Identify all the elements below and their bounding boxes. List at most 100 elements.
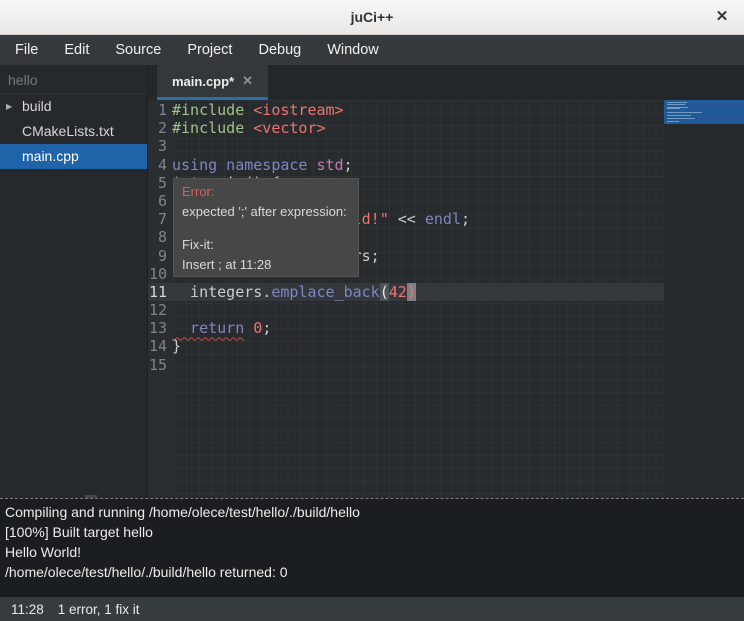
code-text: } [172, 337, 664, 355]
code-line[interactable]: 3 [148, 137, 664, 155]
window-close-icon[interactable]: ✕ [713, 8, 731, 26]
code-token: #include [172, 101, 253, 119]
code-token: ( [380, 283, 389, 301]
tab-main-cpp[interactable]: main.cpp* ✕ [157, 65, 268, 100]
sidebar-item-main-cpp[interactable]: main.cpp [0, 144, 147, 169]
code-text [172, 137, 664, 155]
window-title: juCi++ [351, 9, 394, 25]
code-token: return [172, 319, 244, 337]
code-token: using namespace [172, 156, 307, 174]
source-editor[interactable]: 1#include <iostream>2#include <vector>34… [148, 100, 744, 498]
status-bar: 11:28 1 error, 1 fix it [0, 597, 744, 621]
code-token [244, 319, 253, 337]
diagnostics-summary[interactable]: 1 error, 1 fix it [58, 602, 140, 617]
code-line[interactable]: 13 return 0; [148, 319, 664, 337]
line-number: 12 [148, 301, 172, 319]
line-number: 3 [148, 137, 172, 155]
tab-bar: main.cpp* ✕ [148, 65, 744, 100]
tab-close-icon[interactable]: ✕ [242, 73, 253, 89]
code-token: ) [407, 283, 416, 301]
minimap-code-line [667, 121, 679, 122]
minimap-viewport[interactable] [664, 100, 744, 124]
menu-item-edit[interactable]: Edit [51, 35, 102, 65]
tree-item-label: main.cpp [22, 148, 79, 164]
code-line[interactable]: 4using namespace std; [148, 156, 664, 174]
output-panel: Compiling and running /home/olece/test/h… [0, 498, 744, 597]
file-tree: ▶ build CMakeLists.txt main.cpp [0, 94, 147, 169]
line-number: 5 [148, 174, 172, 192]
line-number: 8 [148, 228, 172, 246]
code-text: #include <vector> [172, 119, 664, 137]
line-number: 6 [148, 192, 172, 210]
menu-item-project[interactable]: Project [174, 35, 245, 65]
code-token: << [389, 210, 425, 228]
cursor-position: 11:28 [11, 602, 44, 617]
project-name-header: hello [0, 65, 147, 94]
line-number: 4 [148, 156, 172, 174]
code-token: integers. [172, 283, 271, 301]
code-token: <vector> [253, 119, 325, 137]
code-token: emplace_back [271, 283, 379, 301]
code-text: return 0; [172, 319, 664, 337]
line-number: 1 [148, 101, 172, 119]
code-text [172, 356, 664, 374]
code-line[interactable]: 2#include <vector> [148, 119, 664, 137]
code-line[interactable]: 11 integers.emplace_back(42) [148, 283, 664, 301]
output-line: [100%] Built target hello [5, 522, 744, 542]
code-token [307, 156, 316, 174]
minimap-code-line [667, 118, 695, 119]
tab-title: main.cpp* [172, 74, 234, 89]
minimap-code-line [667, 112, 702, 113]
sidebar-item-build[interactable]: ▶ build [0, 94, 147, 119]
line-number: 15 [148, 356, 172, 374]
code-token: std [317, 156, 344, 174]
code-text: using namespace std; [172, 156, 664, 174]
minimap-code-line [667, 115, 691, 116]
line-number: 7 [148, 210, 172, 228]
code-line[interactable]: 12 [148, 301, 664, 319]
code-token: <iostream> [253, 101, 343, 119]
code-token: 42 [389, 283, 407, 301]
menu-bar: FileEditSourceProjectDebugWindow [0, 35, 744, 65]
output-line: Compiling and running /home/olece/test/h… [5, 502, 744, 522]
minimap-code-line [667, 108, 680, 109]
juci-window: juCi++ ✕ FileEditSourceProjectDebugWindo… [0, 0, 744, 621]
minimap-scrollbar[interactable] [664, 100, 744, 498]
minimap-code-line [667, 104, 685, 105]
line-number: 11 [148, 283, 172, 301]
code-line[interactable]: 15 [148, 356, 664, 374]
code-token: } [172, 337, 181, 355]
code-line[interactable]: 1#include <iostream> [148, 101, 664, 119]
line-number: 13 [148, 319, 172, 337]
project-sidebar: hello ▶ build CMakeLists.txt main.cpp [0, 65, 148, 498]
line-number: 9 [148, 247, 172, 265]
code-token: ; [344, 156, 353, 174]
output-line: /home/olece/test/hello/./build/hello ret… [5, 562, 744, 582]
code-token: 0 [253, 319, 262, 337]
tooltip-fixit-message: Insert ; at 11:28 [182, 257, 350, 272]
code-line[interactable]: 14} [148, 337, 664, 355]
code-token: #include [172, 119, 253, 137]
diagnostic-tooltip: Error: expected ';' after expression: Fi… [173, 178, 359, 277]
tree-item-label: build [22, 98, 52, 114]
tooltip-error-label: Error: [182, 184, 350, 199]
editor-pane: main.cpp* ✕ 1#include <iostream>2#include… [148, 65, 744, 498]
code-text: integers.emplace_back(42) [172, 283, 664, 301]
menu-item-file[interactable]: File [2, 35, 51, 65]
menu-item-debug[interactable]: Debug [245, 35, 314, 65]
tooltip-fixit-label: Fix-it: [182, 237, 350, 252]
code-token: ; [461, 210, 470, 228]
expander-arrow-icon[interactable]: ▶ [6, 94, 12, 119]
line-number: 10 [148, 265, 172, 283]
code-text: #include <iostream> [172, 101, 664, 119]
tooltip-error-message: expected ';' after expression: [182, 204, 350, 219]
menu-item-window[interactable]: Window [314, 35, 392, 65]
code-token: ; [262, 319, 271, 337]
output-line: Hello World! [5, 542, 744, 562]
minimap-code-line [667, 123, 668, 124]
main-area: hello ▶ build CMakeLists.txt main.cpp main.… [0, 65, 744, 498]
sidebar-item-cmakelists-txt[interactable]: CMakeLists.txt [0, 119, 147, 144]
tree-item-label: CMakeLists.txt [22, 123, 114, 139]
line-number: 14 [148, 337, 172, 355]
menu-item-source[interactable]: Source [102, 35, 174, 65]
